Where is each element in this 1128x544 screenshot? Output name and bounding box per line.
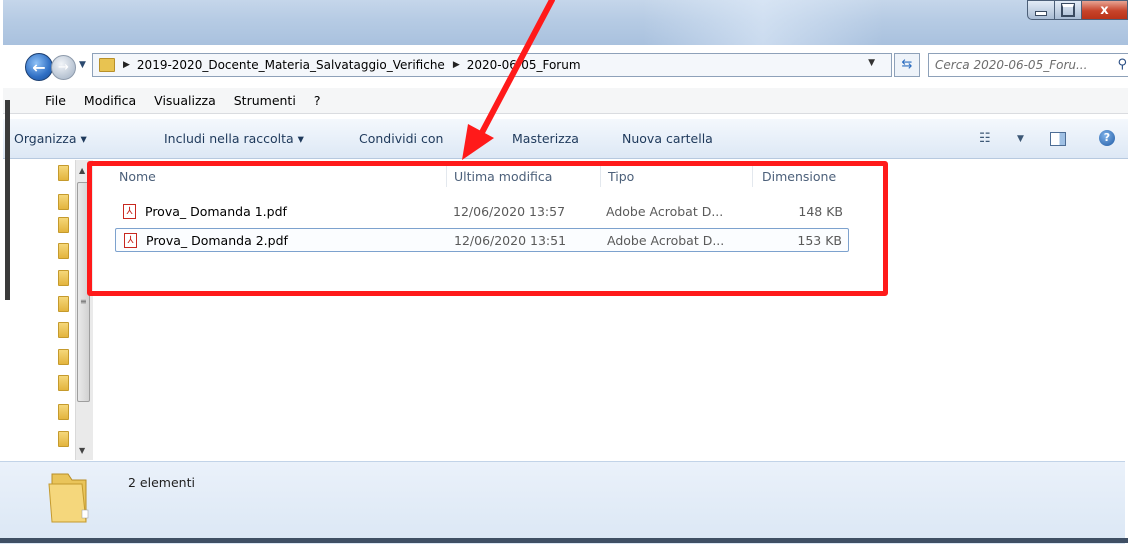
folder-icon [99, 58, 115, 72]
details-pane [0, 461, 1125, 544]
folder-icon[interactable] [58, 243, 69, 259]
scroll-up-icon[interactable]: ▲ [79, 166, 85, 175]
folder-icon[interactable] [58, 296, 69, 312]
menu-file[interactable]: File [45, 93, 66, 108]
back-button[interactable]: ← [25, 53, 53, 81]
folder-icon[interactable] [58, 322, 69, 338]
command-bar: Organizza ▾ Includi nella raccolta ▾ Con… [3, 119, 1128, 159]
menu-strumenti[interactable]: Strumenti [234, 93, 296, 108]
folder-icon[interactable] [58, 375, 69, 391]
help-icon[interactable]: ? [1099, 130, 1115, 146]
folder-icon[interactable] [58, 194, 69, 210]
burn-button[interactable]: Masterizza [512, 131, 579, 146]
close-button[interactable]: x [1082, 0, 1128, 20]
new-folder-button[interactable]: Nuova cartella [622, 131, 713, 146]
view-dropdown-icon[interactable]: ▼ [1017, 134, 1024, 144]
share-with-button[interactable]: Condividi con [359, 131, 443, 146]
title-bar-glow [643, 0, 883, 45]
maximize-button[interactable] [1055, 0, 1082, 20]
breadcrumb-item-current[interactable]: 2020-06-05_Forum [467, 58, 581, 72]
pane-border [5, 100, 10, 300]
status-item-count: 2 elementi [128, 475, 195, 490]
taskbar-edge [0, 538, 1128, 543]
menu-visualizza[interactable]: Visualizza [154, 93, 216, 108]
minimize-icon [1035, 10, 1047, 16]
folder-icon[interactable] [58, 270, 69, 286]
scroll-down-icon[interactable]: ▼ [79, 446, 85, 455]
scrollbar-grip-icon: ≡ [80, 297, 87, 306]
breadcrumb-separator-icon[interactable]: ▶ [453, 60, 460, 70]
folder-icon[interactable] [58, 165, 69, 181]
folder-icon[interactable] [58, 431, 69, 447]
breadcrumb-item[interactable]: 2019-2020_Docente_Materia_Salvataggio_Ve… [137, 58, 445, 72]
title-bar[interactable]: x [3, 0, 1128, 45]
menu-help[interactable]: ? [314, 93, 321, 108]
search-box[interactable]: Cerca 2020-06-05_Foru... ⚲ [928, 53, 1128, 77]
menu-modifica[interactable]: Modifica [84, 93, 136, 108]
forward-button[interactable]: → [51, 55, 76, 80]
search-input[interactable]: Cerca 2020-06-05_Foru... [929, 58, 1087, 72]
folder-icon[interactable] [58, 217, 69, 233]
window-controls: x [1027, 0, 1128, 20]
search-icon[interactable]: ⚲ [1117, 57, 1127, 72]
minimize-button[interactable] [1027, 0, 1055, 20]
organize-button[interactable]: Organizza ▾ [14, 131, 87, 146]
include-in-library-button[interactable]: Includi nella raccolta ▾ [164, 131, 304, 146]
preview-pane-icon[interactable] [1050, 132, 1066, 146]
address-bar[interactable]: ▶ 2019-2020_Docente_Materia_Salvataggio_… [92, 53, 892, 77]
close-icon: x [1100, 2, 1109, 18]
refresh-icon: ⇆ [901, 57, 913, 72]
folder-icon[interactable] [58, 404, 69, 420]
menu-bar: File Modifica Visualizza Strumenti ? [3, 88, 1128, 114]
folder-icon[interactable] [58, 349, 69, 365]
forward-arrow-icon: → [58, 60, 69, 75]
breadcrumb-separator-icon[interactable]: ▶ [123, 60, 130, 70]
back-arrow-icon: ← [32, 57, 46, 77]
maximize-icon [1061, 3, 1075, 17]
view-options-icon[interactable]: ☷ [979, 131, 991, 146]
address-dropdown-icon[interactable]: ▼ [868, 58, 875, 68]
recent-pages-dropdown[interactable]: ▼ [79, 60, 86, 70]
annotation-highlight-box [87, 161, 888, 296]
refresh-button[interactable]: ⇆ [894, 53, 920, 77]
folder-icon [48, 473, 89, 523]
